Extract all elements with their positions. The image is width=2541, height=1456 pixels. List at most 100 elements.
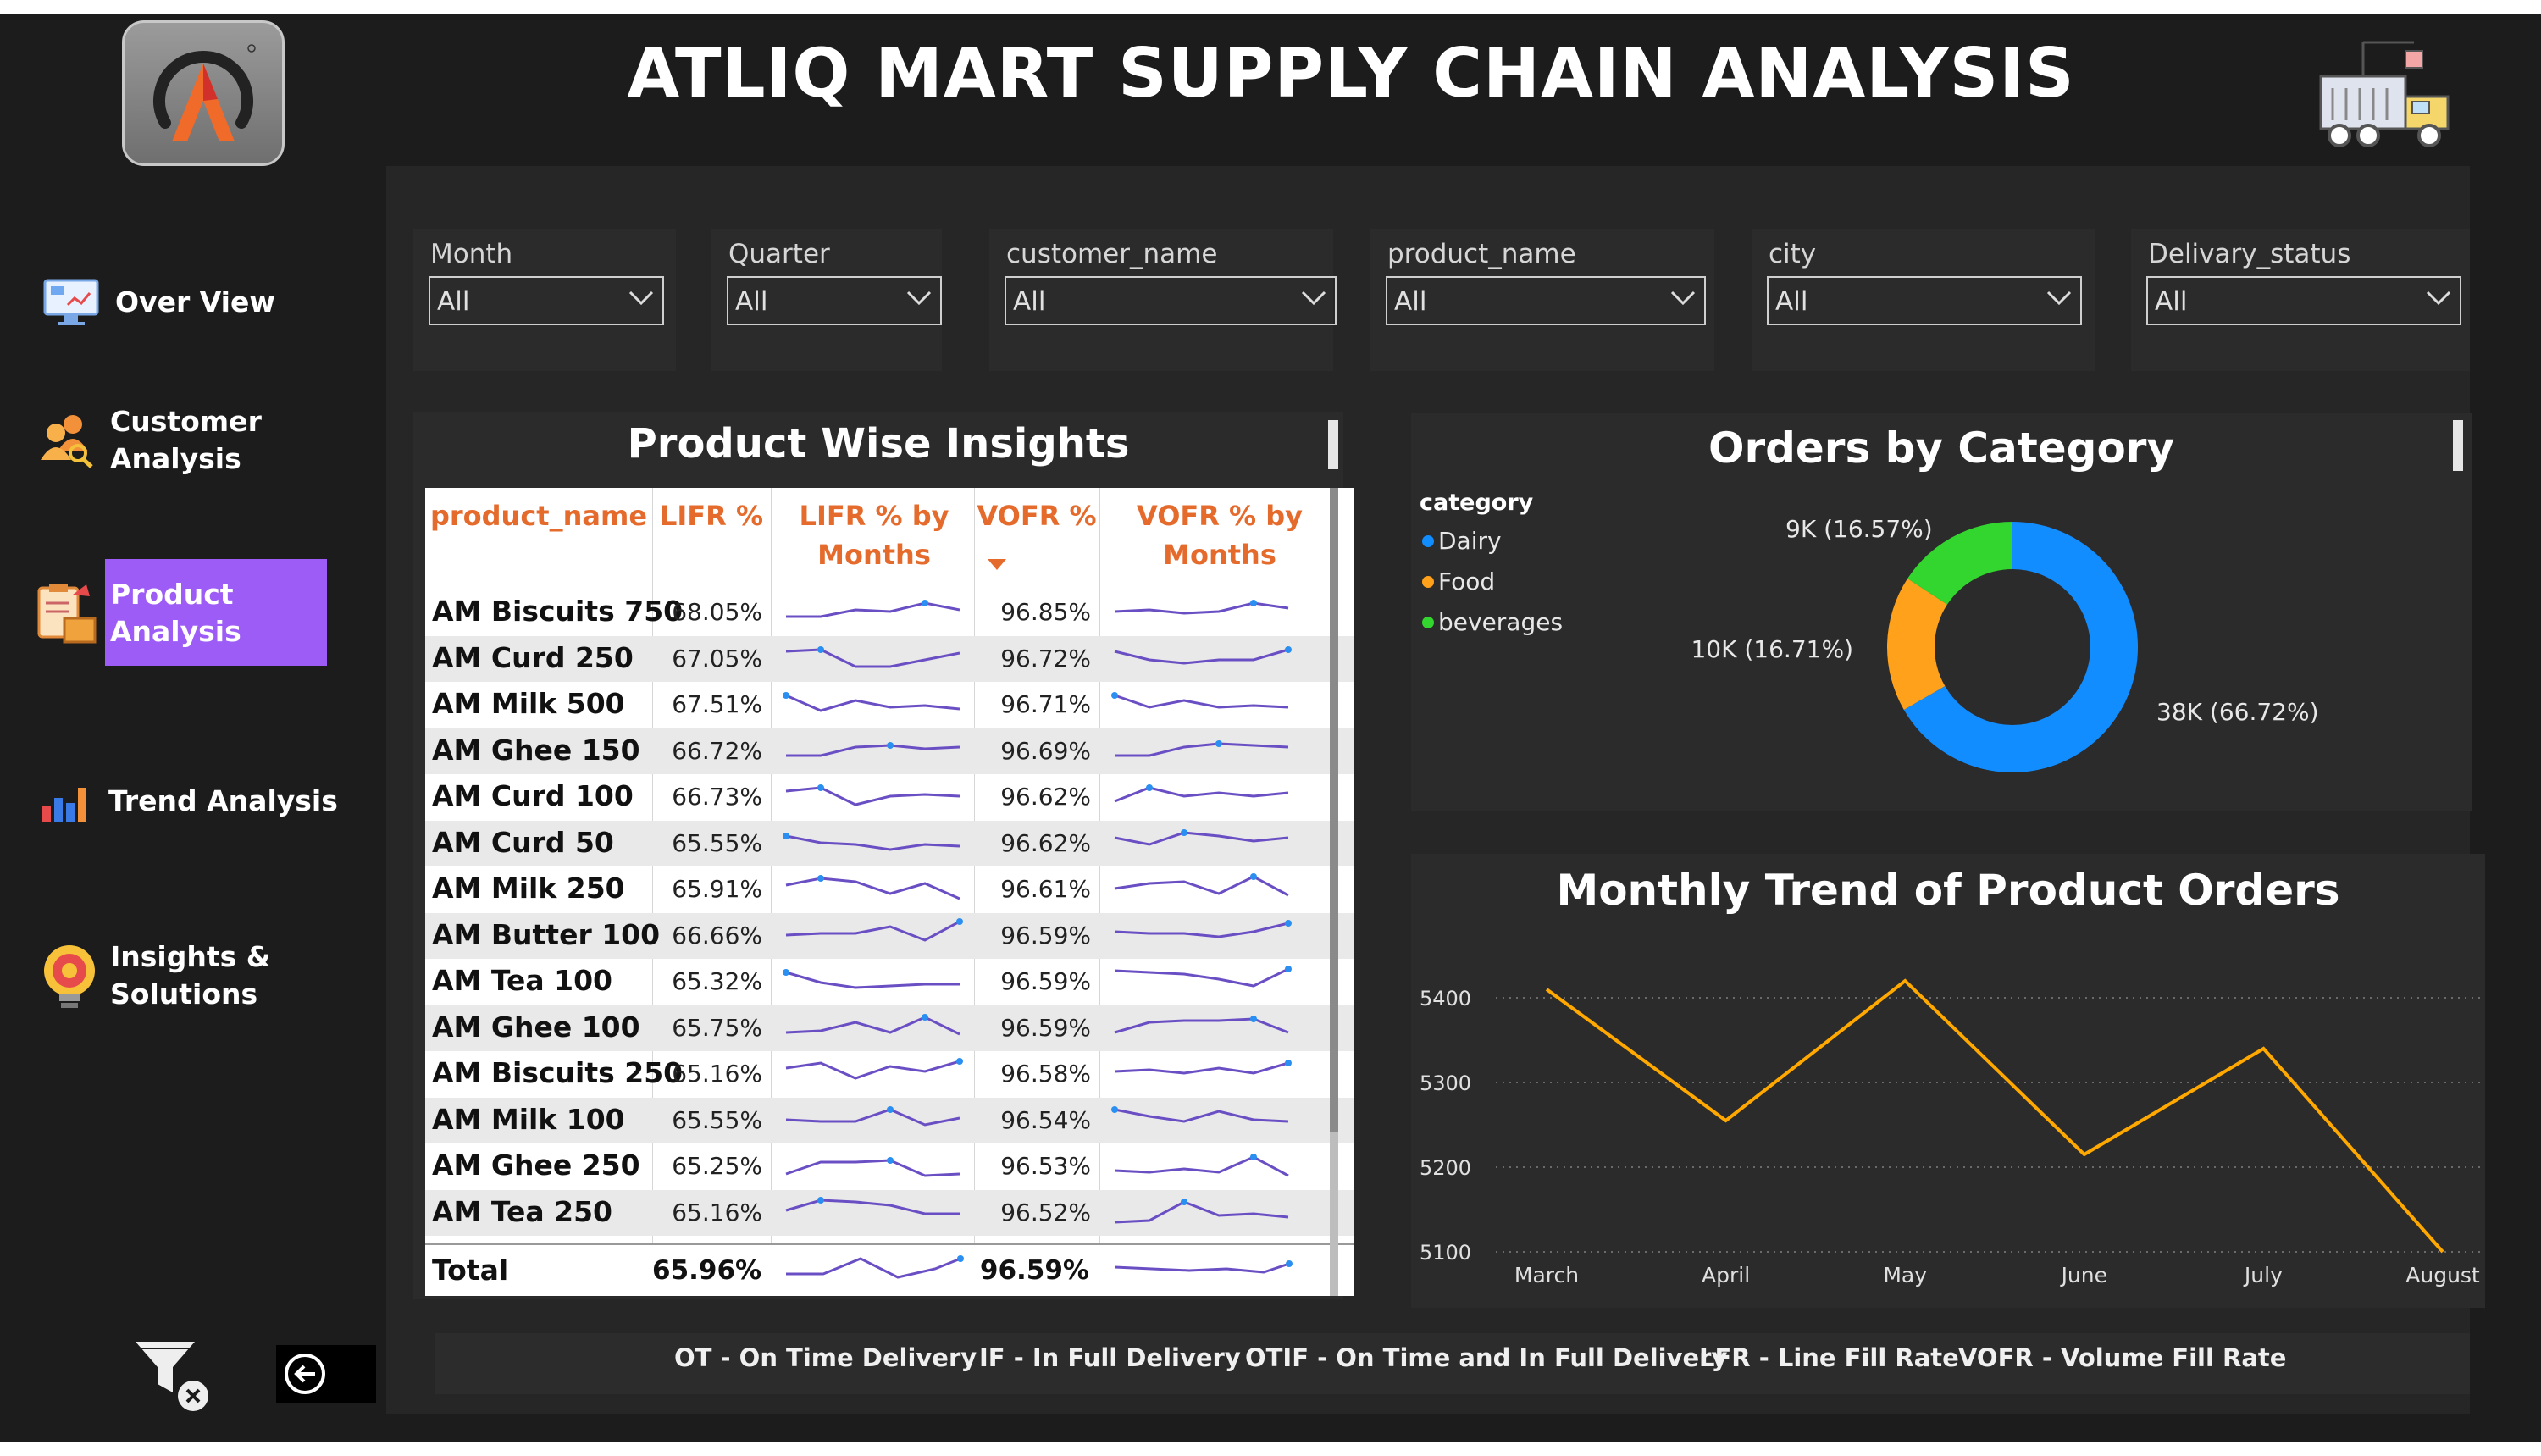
column-header-lifr-by-months[interactable]: LIFR % by Months <box>789 496 959 574</box>
sort-desc-icon <box>988 559 1006 570</box>
quarter-dropdown[interactable]: All <box>727 276 942 325</box>
vofr-cell: 96.72% <box>1000 644 1091 673</box>
column-header-vofr-by-months[interactable]: VOFR % by Months <box>1118 496 1321 574</box>
table-row[interactable]: AM Biscuits 250 65.16% 96.58% <box>425 1051 1354 1097</box>
sidebar-item-product-analysis[interactable]: Product Analysis <box>36 576 280 650</box>
month-filter[interactable]: Month All <box>413 229 676 371</box>
dropdown-value: All <box>1394 286 1427 317</box>
x-tick-label: June <box>2060 1263 2107 1287</box>
legend-item[interactable]: Food <box>1438 567 1495 595</box>
vofr-cell: 96.53% <box>1000 1152 1091 1180</box>
glossary-if: IF - In Full Delivery <box>979 1343 1241 1372</box>
table-row[interactable]: AM Curd 250 67.05% 96.72% <box>425 635 1354 682</box>
lifr-sparkline <box>783 692 960 712</box>
vofr-sparkline <box>1114 919 1292 938</box>
sidebar-item-customer-analysis[interactable]: Customer Analysis <box>39 403 263 478</box>
legend-marker <box>1422 535 1434 547</box>
table-row[interactable]: AM Biscuits 750 68.05% 96.85% <box>425 590 1354 635</box>
orders-by-category-card: Orders by Category 38K (66.72%) 10K (16.7… <box>1411 413 2472 811</box>
product-name-cell: AM Biscuits 750 <box>432 595 684 628</box>
delivery-status-dropdown[interactable]: All <box>2146 276 2461 325</box>
table-row[interactable]: AM Tea 250 65.16% 96.52% <box>425 1189 1354 1236</box>
filter-label: customer_name <box>1006 239 1218 269</box>
lifr-sparkline <box>785 1196 960 1215</box>
legend-item[interactable]: beverages <box>1438 608 1563 636</box>
product-table: product_name LIFR % LIFR % by Months VOF… <box>425 488 1354 1296</box>
donut-chart: 38K (66.72%) 10K (16.71%) 9K (16.57%) categ… <box>1420 490 2319 772</box>
table-row[interactable]: AM Curd 50 65.55% 96.62% <box>425 820 1354 866</box>
table-row[interactable]: AM Butter 100 66.66% 96.59% <box>425 912 1354 959</box>
quarter-filter[interactable]: Quarter All <box>711 229 942 371</box>
delivery-status-filter[interactable]: Delivary_status All <box>2131 229 2470 371</box>
page-title: ATLIQ MART SUPPLY CHAIN ANALYSIS <box>627 34 2075 113</box>
table-scrollbar[interactable] <box>1330 488 1338 1296</box>
legend-item[interactable]: Dairy <box>1438 527 1502 555</box>
city-dropdown[interactable]: All <box>1767 276 2082 325</box>
sidebar-item-overview[interactable]: Over View <box>42 276 275 329</box>
donut-data-label: 38K (66.72%) <box>2156 698 2319 726</box>
lifr-sparkline <box>785 875 960 900</box>
product-name-dropdown[interactable]: All <box>1386 276 1706 325</box>
table-row[interactable]: AM Milk 500 67.51% 96.71% <box>425 682 1354 728</box>
donut-data-label: 10K (16.71%) <box>1691 635 1853 663</box>
chevron-down-icon <box>1301 291 1326 306</box>
vofr-cell: 96.52% <box>1000 1198 1091 1226</box>
column-header-lifr[interactable]: LIFR % <box>652 496 771 535</box>
product-name-cell: AM Ghee 150 <box>432 733 640 767</box>
vofr-sparkline <box>1114 645 1292 665</box>
product-name-cell: AM Biscuits 250 <box>432 1056 684 1089</box>
line-chart: 5400 5300 5200 5100 March April May June July Aug… <box>1420 978 2485 1287</box>
vofr-cell: 96.62% <box>1000 828 1091 857</box>
vofr-cell: 96.58% <box>1000 1060 1091 1088</box>
filter-label: Quarter <box>728 239 830 269</box>
lifr-sparkline <box>786 741 960 756</box>
monitor-dashboard-icon <box>42 276 100 329</box>
sidebar-item-insights-solutions[interactable]: Insights & Solutions <box>39 938 280 1013</box>
x-tick-label: July <box>2243 1263 2283 1287</box>
product-name-filter[interactable]: product_name All <box>1370 229 1714 371</box>
table-row[interactable]: AM Ghee 150 66.72% 96.69% <box>425 728 1354 774</box>
product-name-cell: AM Ghee 250 <box>432 1149 640 1182</box>
column-header-product-name[interactable]: product_name <box>425 496 652 535</box>
table-total-row: Total 65.96% 96.59% <box>425 1243 1354 1296</box>
column-header-vofr[interactable]: VOFR % <box>974 496 1099 535</box>
lifr-cell: 66.73% <box>672 783 762 811</box>
scrollbar-thumb[interactable] <box>1330 488 1338 1132</box>
glossary-lfr: LFR - Line Fill Rate <box>1699 1343 1959 1372</box>
table-row[interactable]: AM Milk 100 65.55% 96.54% <box>425 1097 1354 1143</box>
table-row[interactable]: AM Ghee 100 65.75% 96.59% <box>425 1005 1354 1051</box>
sidebar-item-trend-analysis[interactable]: Trend Analysis <box>41 779 338 823</box>
table-row[interactable]: AM Curd 100 66.73% 96.62% <box>425 774 1354 820</box>
back-button[interactable] <box>276 1345 376 1403</box>
lifr-sparkline <box>785 1058 963 1080</box>
lifr-sparkline <box>786 600 960 618</box>
lifr-cell: 65.55% <box>672 828 762 857</box>
legend-marker <box>1422 576 1434 588</box>
glossary-vofr: VOFR - Volume Fill Rate <box>1958 1343 2287 1372</box>
lifr-cell: 65.16% <box>672 1060 762 1088</box>
y-tick-label: 5100 <box>1420 1241 1471 1265</box>
table-row[interactable]: AM Ghee 250 65.25% 96.53% <box>425 1143 1354 1189</box>
lifr-sparkline <box>785 1105 960 1127</box>
filter-label: Delivary_status <box>2148 239 2351 269</box>
customer-name-filter[interactable]: customer_name All <box>989 229 1337 371</box>
table-row[interactable]: AM Milk 250 65.91% 96.61% <box>425 866 1354 912</box>
sidebar-item-label: Product Analysis <box>110 578 241 648</box>
city-filter[interactable]: city All <box>1752 229 2095 371</box>
product-name-cell: AM Milk 500 <box>432 687 625 720</box>
y-tick-label: 5200 <box>1420 1156 1471 1180</box>
x-tick-label: April <box>1702 1263 1750 1287</box>
customer-name-dropdown[interactable]: All <box>1005 276 1337 325</box>
series-line-orders[interactable] <box>1545 978 2444 1254</box>
lifr-cell: 68.05% <box>672 598 762 626</box>
clear-filters-icon[interactable] <box>132 1337 213 1414</box>
x-tick-label: August <box>2405 1263 2480 1287</box>
y-tick-label: 5300 <box>1420 1071 1471 1095</box>
back-arrow-icon <box>285 1354 325 1394</box>
table-row[interactable]: AM Tea 100 65.32% 96.59% <box>425 959 1354 1005</box>
filter-label: city <box>1769 239 1817 269</box>
x-tick-label: March <box>1514 1263 1579 1287</box>
vofr-sparkline <box>1114 784 1289 803</box>
sidebar-item-label: Customer Analysis <box>110 405 262 475</box>
month-dropdown[interactable]: All <box>429 276 664 325</box>
